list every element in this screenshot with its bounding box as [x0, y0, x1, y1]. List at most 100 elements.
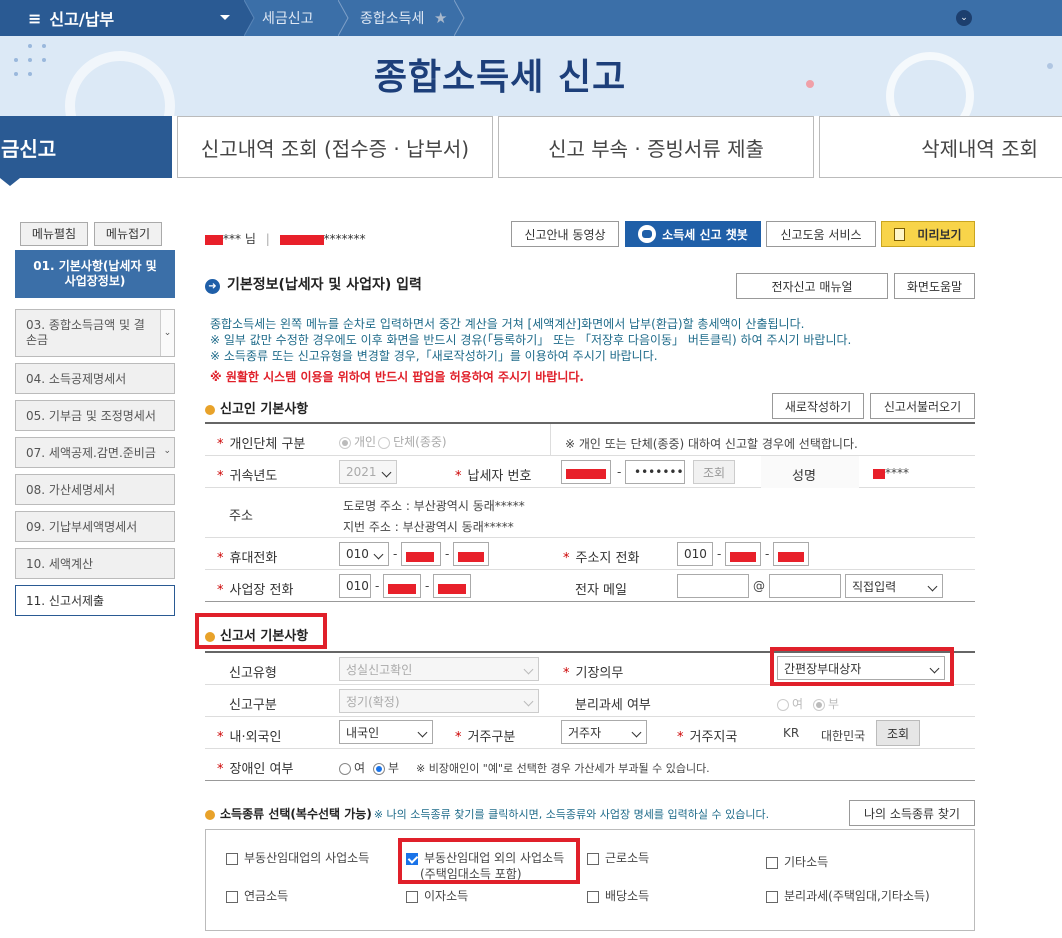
- user-id: *******: [323, 232, 366, 246]
- biz-prefix-input[interactable]: 010: [339, 574, 371, 598]
- separate-tax-label: 분리과세 여부: [575, 698, 651, 713]
- top-bar: ≡ 신고/납부 세금신고 종합소득세 ★ ⌄: [0, 0, 1062, 36]
- screen-help-button[interactable]: 화면도움말: [894, 273, 975, 299]
- residence-label: * 거주구분: [455, 730, 516, 745]
- main-menu-dropdown[interactable]: ≡ 신고/납부: [0, 0, 244, 36]
- income-type-interest[interactable]: 이자소득: [406, 887, 468, 904]
- notice-line: ※ 일부 값만 수정한 경우에도 이후 화면을 반드시 경유(「등록하기」 또는…: [210, 333, 852, 347]
- sidebar-item-calculation[interactable]: 10. 세액계산: [15, 548, 175, 579]
- table-row: * 귀속년도 2021 * 납세자 번호 - ••••••• 조회 성명 ****: [205, 456, 975, 488]
- home-last-input[interactable]: [773, 542, 809, 566]
- radio-individual[interactable]: [339, 436, 351, 449]
- income-type-separate[interactable]: 분리과세(주택임대,기타소득): [766, 887, 930, 904]
- report-kind-label: 신고구분: [229, 698, 277, 713]
- taxid-label: * 납세자 번호: [455, 469, 532, 484]
- residence-select[interactable]: 거주자: [561, 720, 647, 744]
- notice-warning: ※ 원활한 시스템 이용을 위하여 반드시 팝업을 허용하여 주시기 바랍니다.: [210, 370, 584, 384]
- year-select[interactable]: 2021: [339, 460, 397, 484]
- highlight-box: [770, 647, 954, 686]
- page-title: 종합소득세 신고: [373, 57, 627, 98]
- income-type-rental-business[interactable]: 부동산임대업의 사업소득: [226, 849, 369, 866]
- sidebar-item-deduction[interactable]: 04. 소득공제명세서: [15, 363, 175, 394]
- radio-yes[interactable]: [777, 698, 789, 711]
- new-form-button[interactable]: 새로작성하기: [772, 393, 864, 419]
- income-type-pension[interactable]: 연금소득: [226, 887, 288, 904]
- tab-deleted[interactable]: 삭제내역 조회: [819, 116, 1062, 178]
- income-type-earned[interactable]: 근로소득: [587, 849, 649, 866]
- income-type-dividend[interactable]: 배당소득: [587, 887, 649, 904]
- sidebar-item-income-amount[interactable]: 03. 종합소득금액 및 결손금 ⌄: [15, 309, 175, 357]
- income-type-other[interactable]: 기타소득: [766, 853, 828, 870]
- radio-no[interactable]: [813, 698, 826, 711]
- home-prefix-input[interactable]: 010: [677, 542, 713, 566]
- email-domain-select[interactable]: 직접입력: [845, 574, 943, 598]
- sidebar-item-credit[interactable]: 07. 세액공제.감면.준비금 ⌄: [15, 437, 175, 468]
- biz-mid-input[interactable]: [383, 574, 421, 598]
- mobile-last-input[interactable]: [453, 542, 489, 566]
- sidebar-item-penalty[interactable]: 08. 가산세명세서: [15, 474, 175, 505]
- breadcrumb-item-income-tax[interactable]: 종합소득세: [360, 0, 424, 36]
- mobile-mid-input[interactable]: [401, 542, 441, 566]
- income-title-text: 소득종류 선택(복수선택 가능): [220, 807, 372, 821]
- chevron-down-icon[interactable]: ⌄: [160, 310, 174, 356]
- nationality-select[interactable]: 내국인: [339, 720, 433, 744]
- page-banner: 종합소득세 신고: [0, 36, 1062, 116]
- breadcrumb-item-tax-report[interactable]: 세금신고: [262, 0, 314, 36]
- email-domain-input[interactable]: [769, 574, 841, 598]
- disabled-radio-group[interactable]: 여부: [339, 759, 399, 776]
- manual-button[interactable]: 전자신고 매뉴얼: [736, 273, 888, 299]
- name-value: ****: [873, 466, 909, 480]
- checkbox[interactable]: [406, 890, 418, 903]
- redacted-block: [279, 234, 324, 245]
- redacted-block: [205, 234, 223, 245]
- type-label: * 개인단체 구분: [217, 437, 306, 452]
- taxid-front-input[interactable]: [561, 460, 611, 484]
- sidebar-item-donation[interactable]: 05. 기부금 및 조정명세서: [15, 400, 175, 431]
- menu-expand-button[interactable]: 메뉴펼침: [20, 222, 88, 246]
- load-form-button[interactable]: 신고서불러오기: [870, 393, 975, 419]
- radio-no[interactable]: [373, 762, 386, 775]
- mobile-prefix-select[interactable]: 010: [339, 542, 389, 566]
- checkbox[interactable]: [226, 890, 238, 903]
- region-lookup-button[interactable]: 조회: [876, 720, 920, 746]
- notice-line: ※ 소득종류 또는 신고유형을 변경할 경우,「새로작성하기」를 이용하여 주시…: [210, 349, 658, 363]
- checkbox[interactable]: [226, 852, 238, 865]
- radio-group-entity[interactable]: [378, 436, 391, 449]
- tab-report[interactable]: 금신고: [0, 116, 172, 178]
- help-service-button[interactable]: 신고도움 서비스: [766, 221, 876, 247]
- breadcrumb-separator: [454, 0, 465, 36]
- checkbox[interactable]: [766, 856, 778, 869]
- sidebar-item-submit[interactable]: 11. 신고서제출: [15, 585, 175, 616]
- separate-tax-radio-group[interactable]: 여부: [777, 695, 839, 712]
- expand-chevron-icon[interactable]: ⌄: [956, 10, 972, 26]
- report-type-select[interactable]: 성실신고확인: [339, 657, 539, 681]
- star-icon[interactable]: ★: [434, 0, 447, 36]
- radio-yes[interactable]: [339, 762, 351, 775]
- taxid-lookup-button[interactable]: 조회: [693, 460, 735, 484]
- home-mid-input[interactable]: [725, 542, 761, 566]
- type-radio-group[interactable]: 개인 단체(종중): [339, 433, 447, 450]
- reporter-table: * 개인단체 구분 개인 단체(종중) ※ 개인 또는 단체(종중) 대하여 신고할…: [205, 422, 975, 602]
- sidebar-item-basic-info[interactable]: 01. 기본사항(납세자 및 사업장정보): [15, 250, 175, 298]
- chatbot-button[interactable]: 소득세 신고 챗봇: [625, 221, 761, 247]
- email-label: 전자 메일: [575, 583, 627, 598]
- tab-history[interactable]: 신고내역 조회 (접수증 · 납부서): [177, 116, 493, 178]
- preview-button[interactable]: 미리보기: [881, 221, 975, 247]
- checkbox[interactable]: [766, 890, 778, 903]
- chevron-down-icon[interactable]: ⌄: [163, 446, 171, 456]
- menu-collapse-button[interactable]: 메뉴접기: [94, 222, 162, 246]
- taxid-back-input[interactable]: •••••••: [625, 460, 685, 484]
- sidebar-item-prepaid[interactable]: 09. 기납부세액명세서: [15, 511, 175, 542]
- find-income-type-button[interactable]: 나의 소득종류 찾기: [849, 800, 975, 826]
- biz-last-input[interactable]: [433, 574, 471, 598]
- email-local-input[interactable]: [677, 574, 749, 598]
- checkbox[interactable]: [587, 890, 599, 903]
- chatbot-label: 소득세 신고 챗봇: [662, 227, 748, 242]
- checkbox[interactable]: [587, 852, 599, 865]
- report-kind-select[interactable]: 정기(확정): [339, 689, 539, 713]
- reporter-title-text: 신고인 기본사항: [220, 402, 309, 417]
- guide-video-button[interactable]: 신고안내 동영상: [511, 221, 619, 247]
- sidebar-item-label: 03. 종합소득금액 및 결손금: [26, 318, 145, 347]
- disabled-note: ※ 비장애인이 "예"로 선택한 경우 가산세가 부과될 수 있습니다.: [416, 762, 710, 775]
- tab-attachments[interactable]: 신고 부속 · 증빙서류 제출: [498, 116, 814, 178]
